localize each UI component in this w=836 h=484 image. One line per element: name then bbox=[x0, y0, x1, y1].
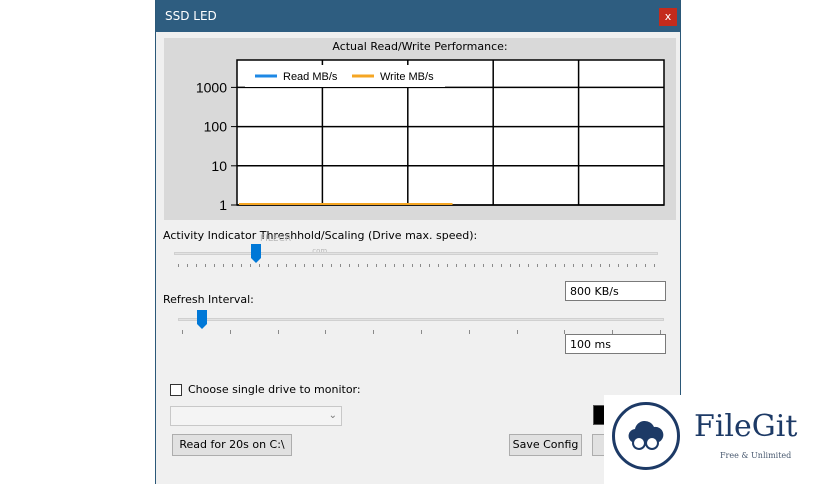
slider-tick bbox=[501, 264, 503, 267]
read-drive-button[interactable]: Read for 20s on C:\ bbox=[172, 434, 292, 456]
slider-tick bbox=[465, 264, 467, 267]
watermark-name: FileGit bbox=[694, 409, 798, 444]
slider-track[interactable] bbox=[178, 318, 664, 321]
y-tick-label: 10 bbox=[211, 158, 227, 174]
chart-title: Actual Read/Write Performance: bbox=[332, 40, 508, 53]
slider-tick bbox=[438, 264, 440, 267]
single-drive-checkbox[interactable] bbox=[170, 384, 182, 396]
slider-tick bbox=[384, 264, 386, 267]
slider-tick bbox=[546, 264, 548, 267]
slider-tick bbox=[267, 264, 269, 267]
legend-label: Write MB/s bbox=[380, 71, 434, 83]
title-bar[interactable]: SSD LED x bbox=[156, 0, 680, 32]
slider-tick bbox=[366, 264, 368, 267]
slider-tick bbox=[420, 264, 422, 267]
slider-tick bbox=[276, 264, 278, 267]
slider-tick bbox=[411, 264, 413, 267]
slider-tick bbox=[516, 330, 518, 334]
slider-tick bbox=[537, 264, 539, 267]
slider-tick bbox=[468, 330, 470, 334]
slider-tick bbox=[285, 264, 287, 267]
slider-tick bbox=[519, 264, 521, 267]
slider-tick bbox=[178, 264, 179, 267]
slider-tick bbox=[393, 264, 395, 267]
threshold-value-field[interactable]: 800 KB/s bbox=[565, 281, 666, 301]
filecr-mark: FILECR bbox=[260, 234, 292, 244]
single-drive-label: Choose single drive to monitor: bbox=[188, 383, 361, 396]
slider-tick bbox=[195, 264, 197, 267]
slider-tick bbox=[213, 264, 215, 267]
slider-tick bbox=[474, 264, 476, 267]
slider-tick bbox=[456, 264, 458, 267]
drive-select[interactable]: ⌄ bbox=[170, 406, 342, 426]
slider-tick bbox=[204, 264, 206, 267]
slider-tick bbox=[627, 264, 629, 267]
slider-tick bbox=[447, 264, 449, 267]
save-config-button[interactable]: Save Config bbox=[509, 434, 582, 456]
slider-tick bbox=[186, 264, 188, 267]
slider-tick bbox=[258, 264, 260, 267]
slider-tick bbox=[240, 264, 242, 267]
slider-tick bbox=[555, 264, 557, 267]
slider-tick bbox=[654, 264, 655, 267]
slider-tick bbox=[600, 264, 602, 267]
slider-track[interactable] bbox=[174, 252, 658, 255]
slider-tick bbox=[609, 264, 611, 267]
slider-tick bbox=[528, 264, 530, 267]
slider-tick bbox=[618, 264, 620, 267]
slider-tick bbox=[373, 330, 375, 334]
slider-tick bbox=[229, 330, 231, 334]
legend-label: Read MB/s bbox=[283, 71, 338, 83]
slider-tick bbox=[231, 264, 233, 267]
slider-tick bbox=[510, 264, 512, 267]
slider-tick bbox=[339, 264, 341, 267]
window-title: SSD LED bbox=[165, 9, 217, 23]
y-tick-label: 1 bbox=[219, 197, 227, 213]
slider-tick bbox=[330, 264, 332, 267]
slider-tick bbox=[429, 264, 431, 267]
filegit-watermark: FileGit Free & Unlimited bbox=[604, 395, 836, 484]
slider-tick bbox=[582, 264, 584, 267]
performance-chart: 1000 100 10 1 Read MB/s Write MB/s Actual Rea… bbox=[164, 38, 676, 220]
slider-tick bbox=[421, 330, 422, 334]
slider-tick bbox=[375, 264, 377, 267]
slider-tick bbox=[325, 330, 327, 334]
refresh-value-field[interactable]: 100 ms bbox=[565, 334, 666, 354]
chevron-down-icon: ⌄ bbox=[328, 410, 337, 421]
slider-tick bbox=[357, 264, 359, 267]
slider-tick bbox=[182, 330, 183, 334]
watermark-tagline: Free & Unlimited bbox=[720, 451, 792, 460]
y-tick-label: 100 bbox=[204, 119, 228, 135]
ssd-led-window: SSD LED x 1000 100 10 1 Read MB/s Write MB/s … bbox=[155, 0, 681, 484]
slider-tick bbox=[645, 264, 647, 267]
slider-tick bbox=[573, 264, 575, 267]
slider-tick bbox=[591, 264, 593, 267]
slider-tick bbox=[222, 264, 224, 267]
slider-tick bbox=[321, 264, 323, 267]
refresh-interval-label: Refresh Interval: bbox=[163, 293, 254, 306]
slider-tick bbox=[312, 264, 314, 267]
slider-tick bbox=[348, 264, 350, 267]
slider-tick bbox=[636, 264, 638, 267]
threshold-label: Activity Indicator Threshhold/Scaling (D… bbox=[163, 229, 478, 242]
slider-thumb[interactable] bbox=[196, 310, 208, 330]
slider-tick bbox=[483, 264, 485, 267]
close-button[interactable]: x bbox=[659, 8, 677, 26]
slider-thumb[interactable] bbox=[250, 244, 262, 264]
slider-tick bbox=[492, 264, 494, 267]
slider-tick bbox=[303, 264, 305, 267]
slider-tick bbox=[294, 264, 296, 267]
cloud-logo-icon bbox=[612, 402, 680, 470]
slider-tick bbox=[402, 264, 404, 267]
slider-tick bbox=[277, 330, 279, 334]
chart-svg: 1000 100 10 1 Read MB/s Write MB/s bbox=[196, 59, 665, 213]
slider-tick bbox=[564, 264, 566, 267]
slider-tick bbox=[249, 264, 251, 267]
y-tick-label: 1000 bbox=[196, 79, 227, 95]
